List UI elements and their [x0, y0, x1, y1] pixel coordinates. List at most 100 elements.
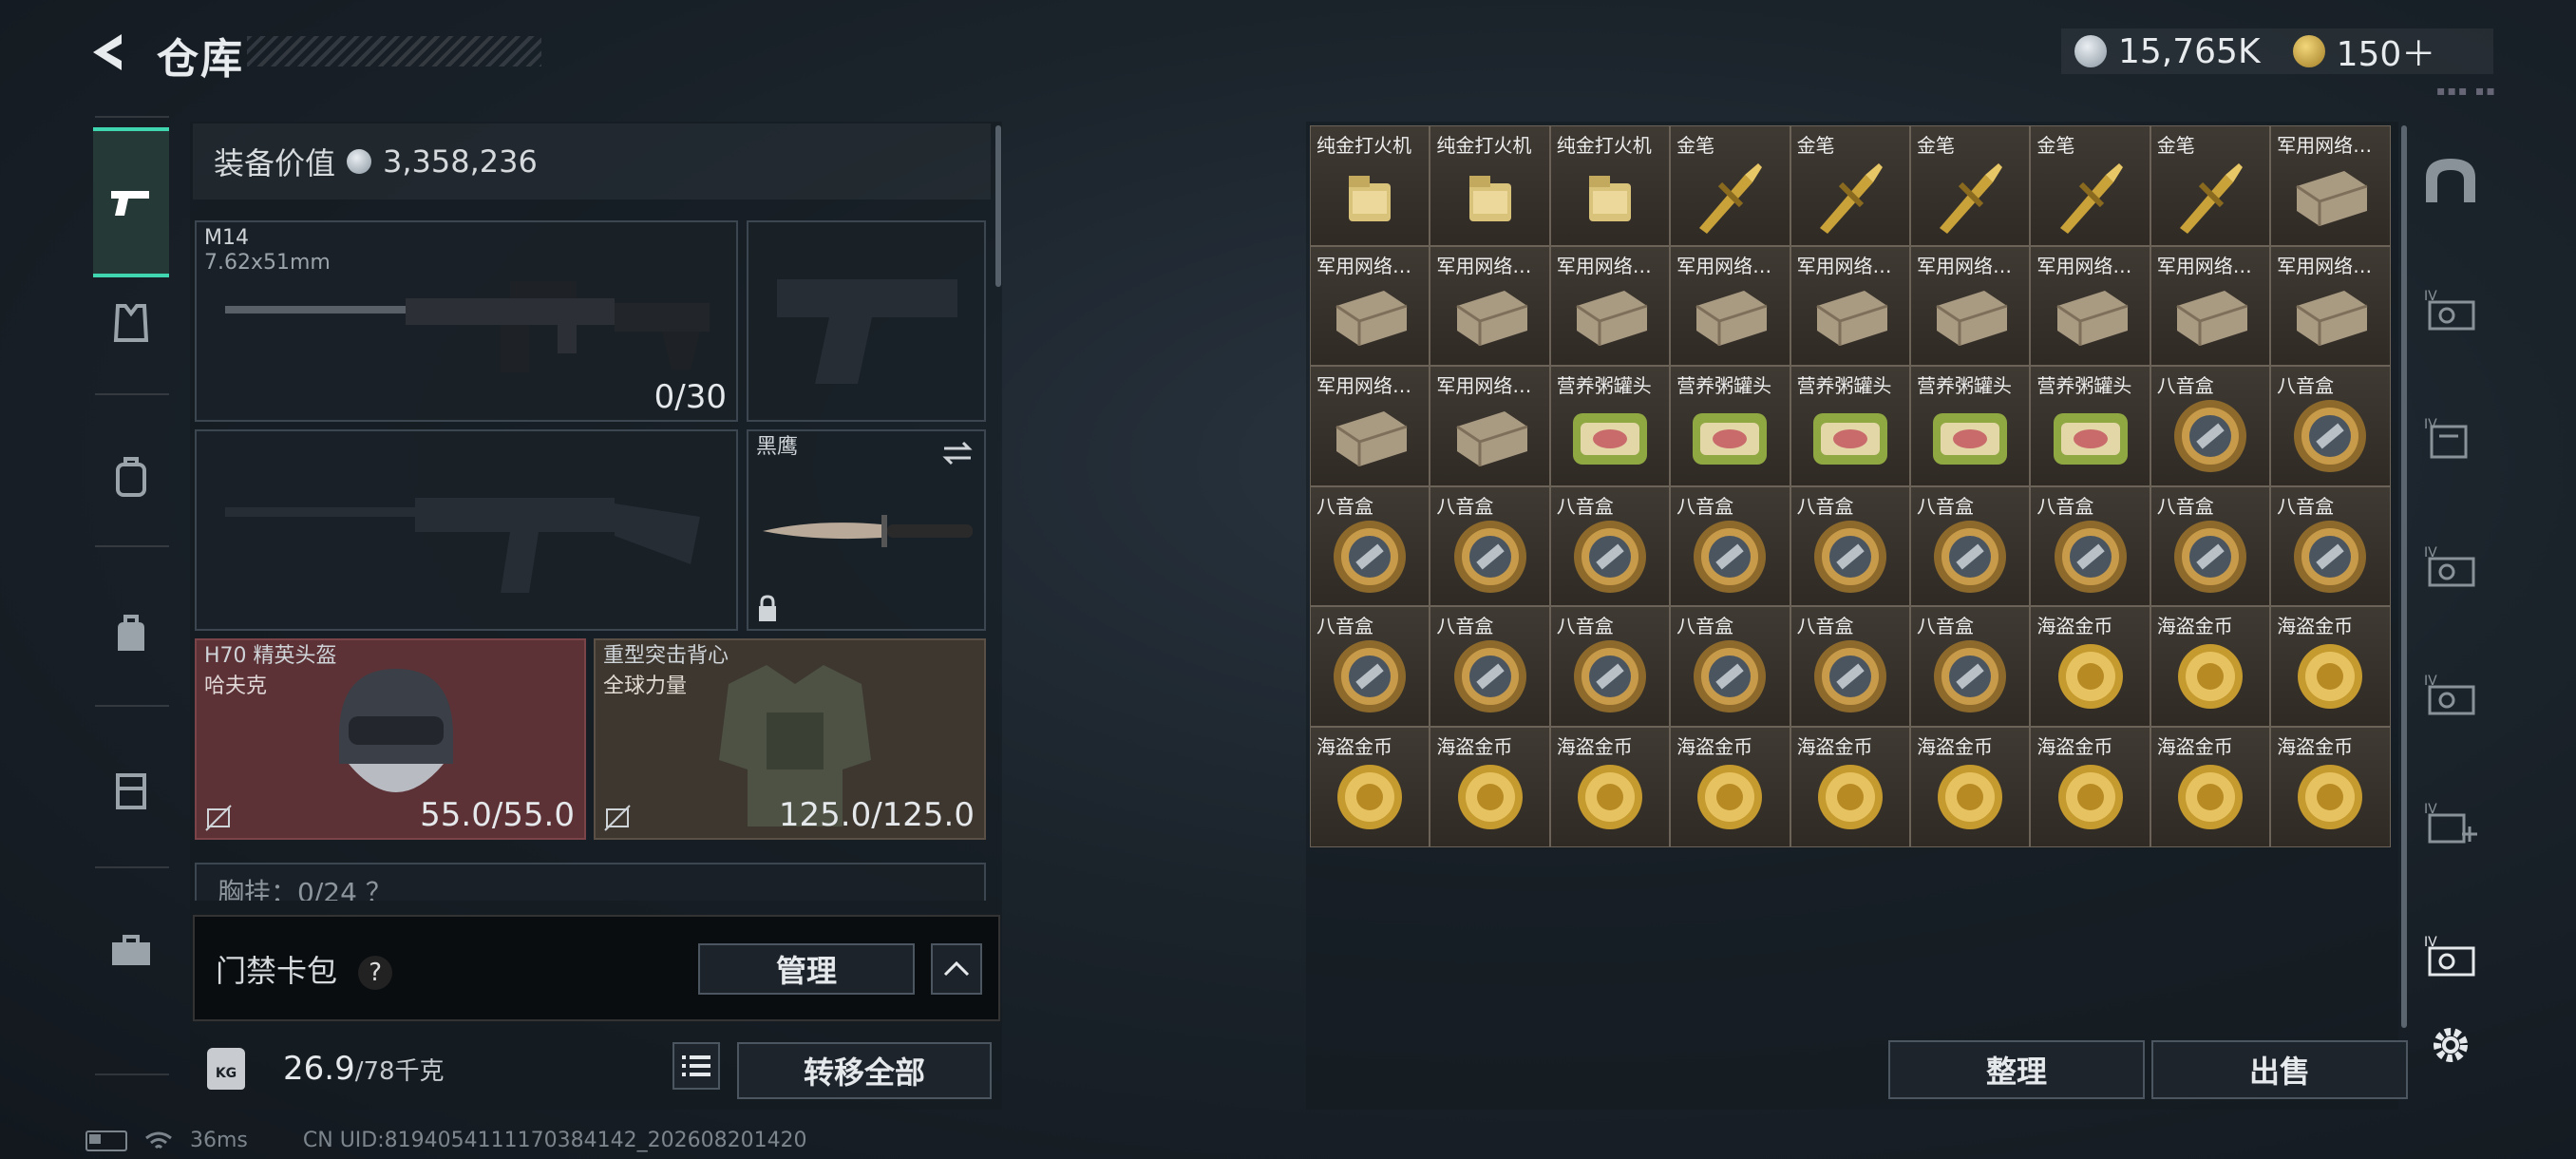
inventory-item[interactable]: 海盗金币	[2030, 726, 2150, 847]
storage-tab-4c[interactable]: IV	[2413, 527, 2489, 603]
inventory-item[interactable]: 纯金打火机	[1310, 125, 1430, 246]
secondary-weapon-slot[interactable]	[747, 220, 986, 422]
helmet-slot[interactable]: H70 精英头盔 哈夫克 55.0/55.0	[195, 638, 586, 840]
inventory-item[interactable]: 金笔	[1790, 125, 1910, 246]
inventory-item[interactable]: 八音盒	[1549, 485, 1671, 607]
inventory-item[interactable]: 海盗金币	[1670, 726, 1790, 847]
inventory-item[interactable]: 八音盒	[2030, 485, 2150, 607]
gold-coin-icon	[2292, 35, 2325, 67]
help-icon[interactable]: ?	[358, 956, 393, 990]
inventory-item[interactable]: 海盗金币	[1909, 726, 2031, 847]
inventory-item[interactable]: 军用网络…	[1430, 245, 1550, 367]
storage-tab-4d[interactable]: IV	[2413, 656, 2489, 732]
storage-tab-add[interactable]: IV	[2413, 784, 2489, 860]
inventory-item[interactable]: 军用网络…	[1670, 245, 1790, 367]
inventory-item[interactable]: 八音盒	[1430, 606, 1550, 727]
storage-tab-4e-active[interactable]: IV	[2413, 917, 2489, 993]
nav-weapons[interactable]	[93, 127, 169, 277]
inventory-item[interactable]: 军用网络…	[1310, 366, 1430, 486]
inventory-item[interactable]: 海盗金币	[2270, 606, 2391, 727]
inventory-item[interactable]: 营养粥罐头	[1670, 366, 1790, 486]
inventory-item[interactable]: 八音盒	[1909, 485, 2031, 607]
chest-rig-slot[interactable]: 胸挂：0/24 ？	[195, 863, 986, 901]
nav-armor[interactable]	[93, 285, 169, 361]
inventory-item[interactable]: 金笔	[2150, 125, 2271, 246]
inventory-item[interactable]: 海盗金币	[1549, 726, 1671, 847]
back-arrow-icon[interactable]	[84, 28, 131, 76]
inventory-item[interactable]: 八音盒	[2150, 485, 2271, 607]
inventory-item[interactable]: 八音盒	[1430, 485, 1550, 607]
inventory-item[interactable]: 海盗金币	[2030, 606, 2150, 727]
manage-button[interactable]: 管理	[698, 943, 915, 995]
nav-toolbox[interactable]	[93, 912, 169, 988]
storage-box-icon: IV	[2424, 674, 2475, 715]
nav-case[interactable]	[93, 750, 169, 826]
sell-button[interactable]: 出售	[2151, 1040, 2408, 1099]
inventory-item[interactable]: 八音盒	[1310, 485, 1430, 607]
inventory-item[interactable]: 八音盒	[2270, 485, 2391, 607]
nav-bag[interactable]	[93, 596, 169, 672]
settings-button[interactable]	[2413, 1007, 2489, 1083]
inventory-item[interactable]: 海盗金币	[2150, 606, 2271, 727]
inventory-item[interactable]: 营养粥罐头	[1790, 366, 1910, 486]
expand-button[interactable]	[931, 943, 982, 995]
melee-slot[interactable]: 黑鹰	[747, 429, 986, 631]
inventory-item[interactable]: 八音盒	[2270, 366, 2391, 486]
pistol-icon	[111, 191, 149, 216]
secondary-rifle-slot[interactable]	[195, 429, 738, 631]
sort-button[interactable]: 整理	[1888, 1040, 2145, 1099]
storage-tab-4a[interactable]: IV	[2413, 271, 2489, 347]
inventory-item[interactable]: 海盗金币	[2270, 726, 2391, 847]
inventory-item[interactable]: 八音盒	[1310, 606, 1430, 727]
vest-slot[interactable]: 重型突击背心 全球力量 125.0/125.0	[594, 638, 986, 840]
inventory-item[interactable]: 军用网络…	[1549, 245, 1671, 367]
inventory-item[interactable]: 八音盒	[1790, 485, 1910, 607]
item-name: 八音盒	[2036, 494, 2094, 518]
inventory-item[interactable]: 军用网络…	[1790, 245, 1910, 367]
category-nav	[84, 116, 180, 1075]
inventory-item[interactable]: 军用网络…	[2270, 125, 2391, 246]
inventory-item[interactable]: 海盗金币	[1790, 726, 1910, 847]
inventory-item[interactable]: 军用网络…	[1310, 245, 1430, 367]
item-name: 金笔	[2036, 134, 2075, 157]
item-name: 金笔	[2156, 134, 2195, 157]
helmet-durability: 55.0/55.0	[420, 796, 575, 834]
inventory-item[interactable]: 八音盒	[1670, 485, 1790, 607]
inventory-item[interactable]: 纯金打火机	[1430, 125, 1550, 246]
inventory-item[interactable]: 纯金打火机	[1549, 125, 1671, 246]
storage-tab-main[interactable]	[2413, 142, 2489, 218]
inventory-item[interactable]: 海盗金币	[1310, 726, 1430, 847]
list-view-button[interactable]	[672, 1042, 720, 1090]
primary-weapon-slot[interactable]: M14 7.62x51mm 0/30	[195, 220, 738, 422]
inventory-item[interactable]: 金笔	[1909, 125, 2031, 246]
inventory-item[interactable]: 八音盒	[1670, 606, 1790, 727]
inventory-item[interactable]: 军用网络…	[2270, 245, 2391, 367]
inventory-item[interactable]: 金笔	[2030, 125, 2150, 246]
inventory-item[interactable]: 八音盒	[1549, 606, 1671, 727]
storage-tab-4b[interactable]: IV	[2413, 399, 2489, 475]
coin-icon	[2053, 759, 2129, 839]
inventory-item[interactable]: 营养粥罐头	[2030, 366, 2150, 486]
item-name: 军用网络…	[1916, 254, 2012, 277]
can-icon	[2048, 400, 2133, 476]
loadout-scrollbar[interactable]	[995, 125, 1001, 287]
inventory-item[interactable]: 海盗金币	[2150, 726, 2271, 847]
inventory-item[interactable]: 海盗金币	[1430, 726, 1550, 847]
inventory-item[interactable]: 八音盒	[2150, 366, 2271, 486]
coin-icon	[2292, 638, 2368, 718]
inventory-item[interactable]: 金笔	[1670, 125, 1790, 246]
inventory-item[interactable]: 军用网络…	[2030, 245, 2150, 367]
inventory-item[interactable]: 营养粥罐头	[1909, 366, 2031, 486]
inventory-item[interactable]: 军用网络…	[1430, 366, 1550, 486]
net-icon	[1808, 277, 1893, 357]
inventory-item[interactable]: 营养粥罐头	[1549, 366, 1671, 486]
transfer-all-button[interactable]: 转移全部	[737, 1042, 992, 1099]
inventory-item[interactable]: 八音盒	[1790, 606, 1910, 727]
inventory-item[interactable]: 八音盒	[1909, 606, 2031, 727]
nav-backpack[interactable]	[93, 439, 169, 515]
inventory-item[interactable]: 军用网络…	[2150, 245, 2271, 367]
swap-icon[interactable]	[940, 439, 975, 467]
inventory-item[interactable]: 军用网络…	[1909, 245, 2031, 367]
currency-bar[interactable]: 15,765K 150＋	[2061, 28, 2493, 74]
inventory-scrollbar[interactable]	[2401, 125, 2407, 1028]
